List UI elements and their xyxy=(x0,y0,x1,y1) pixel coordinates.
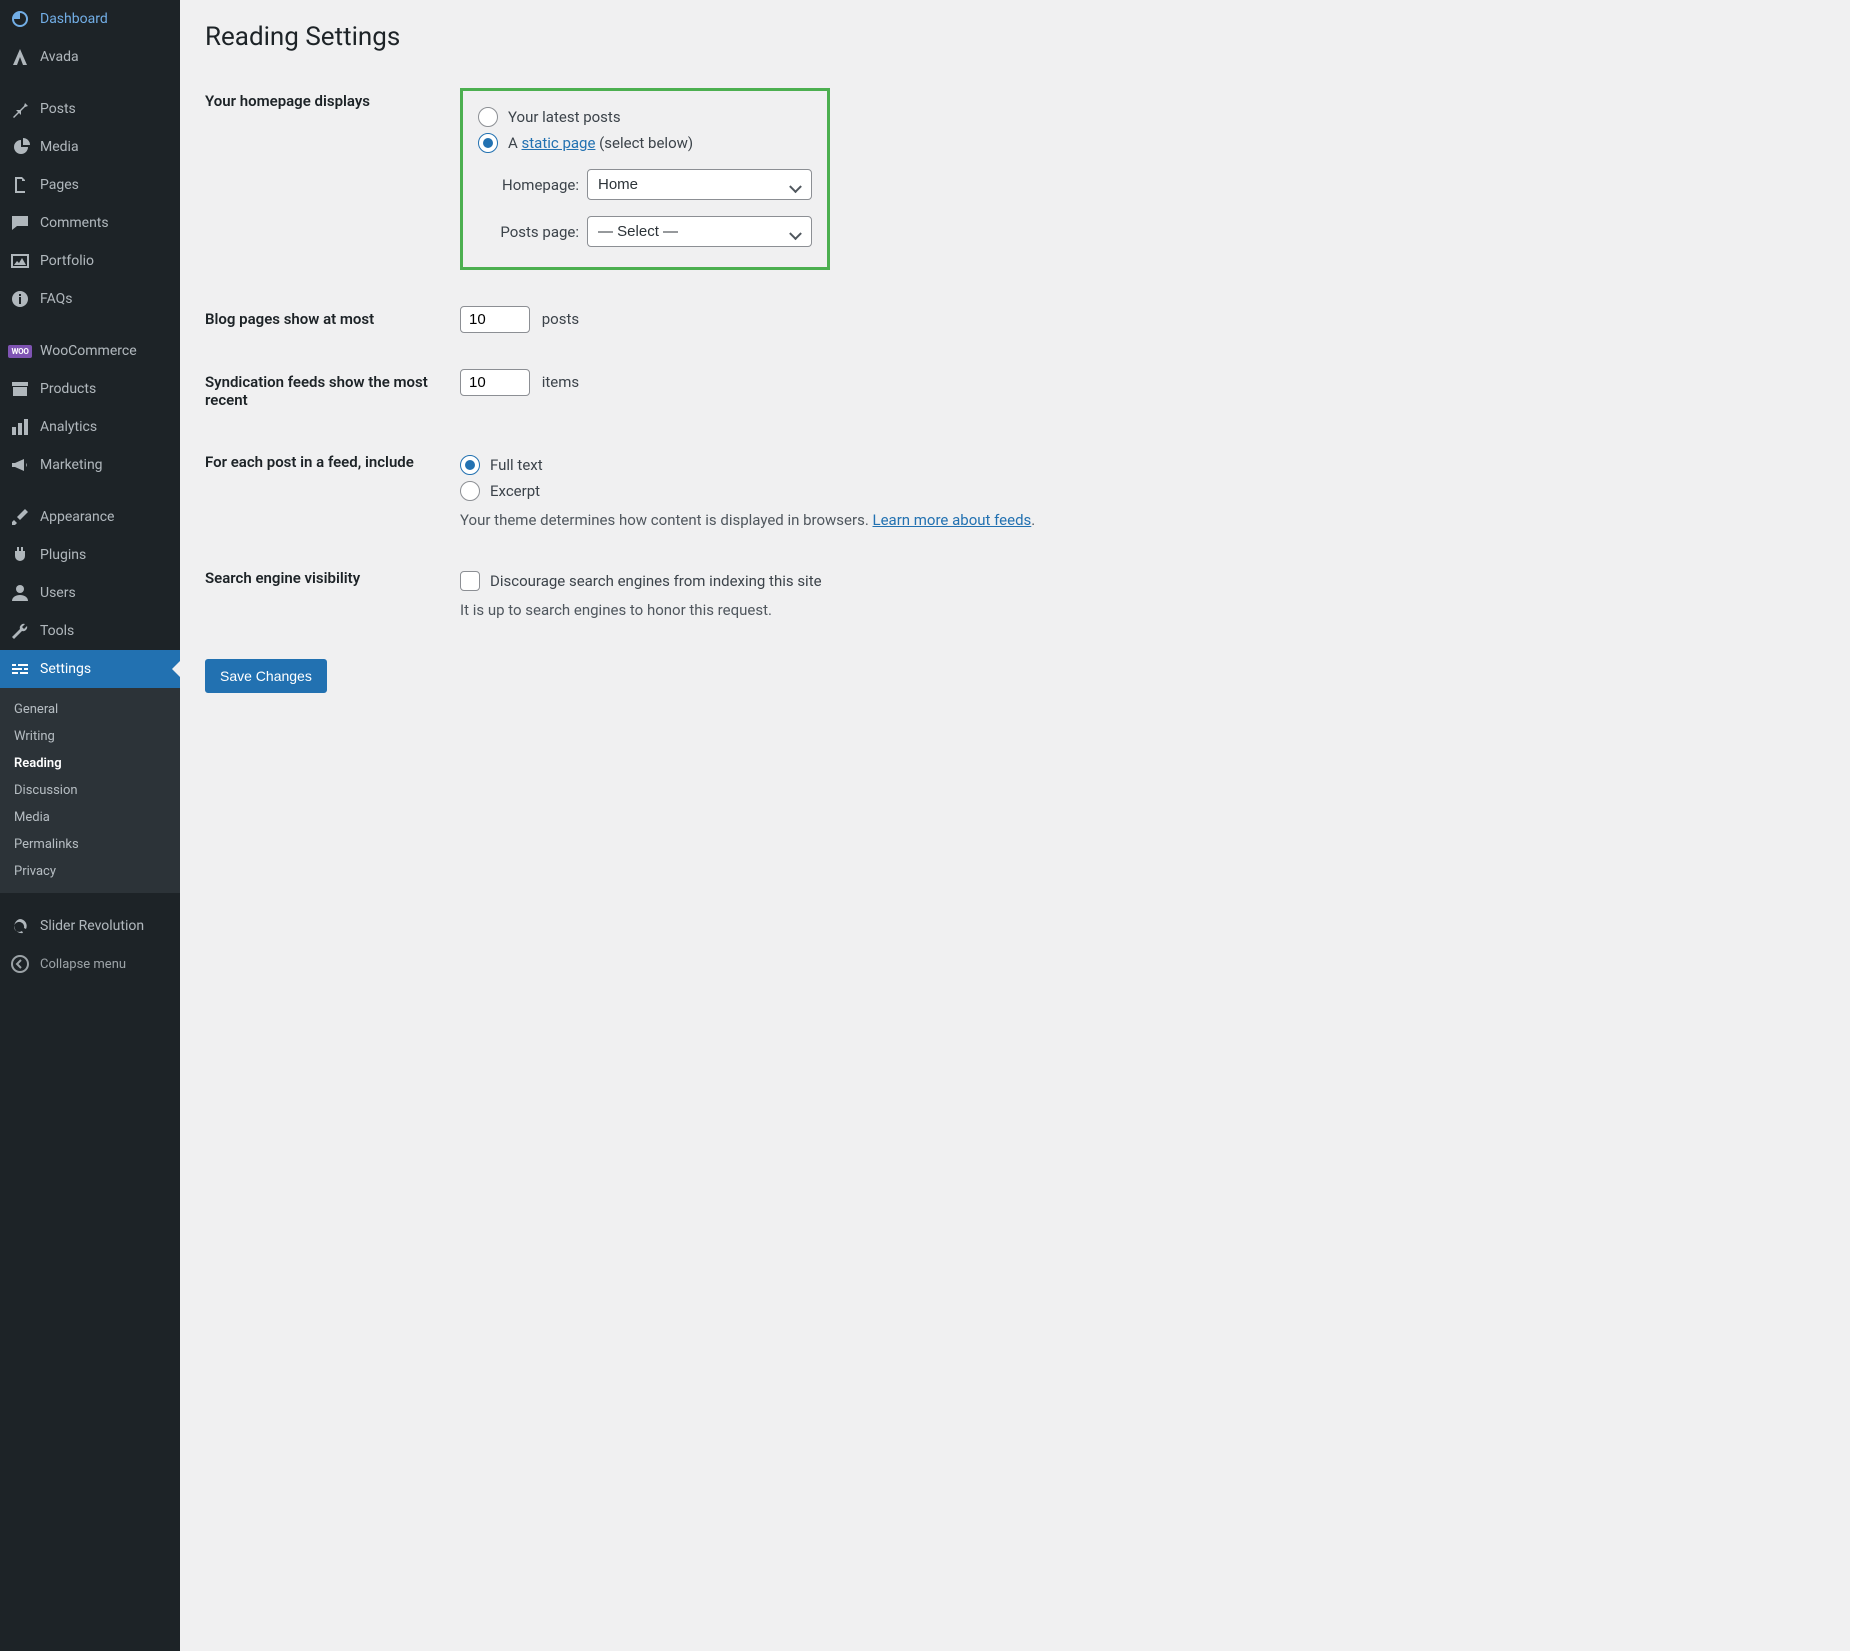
sidebar-item-portfolio[interactable]: Portfolio xyxy=(0,242,180,280)
sidebar-label: Slider Revolution xyxy=(40,918,144,934)
brush-icon xyxy=(10,507,30,527)
radio-latest-posts-label: Your latest posts xyxy=(508,108,621,126)
syndication-input[interactable] xyxy=(460,369,530,396)
dashboard-icon xyxy=(10,9,30,29)
sidebar-label: WooCommerce xyxy=(40,343,137,359)
sidebar-item-slider[interactable]: Slider Revolution xyxy=(0,907,180,945)
blog-pages-input[interactable] xyxy=(460,306,530,333)
sidebar-item-analytics[interactable]: Analytics xyxy=(0,408,180,446)
sidebar-label: Analytics xyxy=(40,419,97,435)
posts-page-select[interactable]: — Select — xyxy=(587,216,812,247)
sidebar-item-users[interactable]: Users xyxy=(0,574,180,612)
portfolio-icon xyxy=(10,251,30,271)
homepage-displays-label: Your homepage displays xyxy=(205,70,450,288)
sidebar-item-media[interactable]: Media xyxy=(0,128,180,166)
sidebar-item-avada[interactable]: Avada xyxy=(0,38,180,76)
sidebar-label: Settings xyxy=(40,661,91,677)
comments-icon xyxy=(10,213,30,233)
checkbox-discourage-label: Discourage search engines from indexing … xyxy=(490,572,822,590)
woo-icon: WOO xyxy=(10,341,30,361)
sidebar-label: Products xyxy=(40,381,96,397)
search-visibility-label: Search engine visibility xyxy=(205,547,450,637)
radio-static-page-label: A static page (select below) xyxy=(508,134,693,152)
feed-description: Your theme determines how content is dis… xyxy=(460,511,1815,529)
radio-excerpt[interactable] xyxy=(460,481,480,501)
sidebar-label: Marketing xyxy=(40,457,103,473)
sidebar-label: Tools xyxy=(40,623,74,639)
sidebar-label: Users xyxy=(40,585,76,601)
search-visibility-desc: It is up to search engines to honor this… xyxy=(460,601,1815,619)
sliders-icon xyxy=(10,659,30,679)
sidebar-item-faqs[interactable]: FAQs xyxy=(0,280,180,318)
sidebar-label: Pages xyxy=(40,177,79,193)
megaphone-icon xyxy=(10,455,30,475)
pages-icon xyxy=(10,175,30,195)
syndication-unit: items xyxy=(542,373,579,391)
sub-item-media[interactable]: Media xyxy=(0,804,180,831)
checkbox-discourage-search[interactable] xyxy=(460,571,480,591)
media-icon xyxy=(10,137,30,157)
sidebar-label: Plugins xyxy=(40,547,86,563)
sidebar-label: Dashboard xyxy=(40,11,108,27)
sidebar-label: Avada xyxy=(40,49,79,65)
save-changes-button[interactable]: Save Changes xyxy=(205,659,327,693)
user-icon xyxy=(10,583,30,603)
collapse-label: Collapse menu xyxy=(40,957,126,972)
settings-form: Your homepage displays Your latest posts… xyxy=(205,70,1825,637)
refresh-icon xyxy=(10,916,30,936)
sub-item-reading[interactable]: Reading xyxy=(0,750,180,777)
sub-item-discussion[interactable]: Discussion xyxy=(0,777,180,804)
sidebar-label: Comments xyxy=(40,215,109,231)
analytics-icon xyxy=(10,417,30,437)
homepage-highlight-box: Your latest posts A static page (select … xyxy=(460,88,830,270)
sidebar-item-woocommerce[interactable]: WOO WooCommerce xyxy=(0,332,180,370)
sidebar-item-pages[interactable]: Pages xyxy=(0,166,180,204)
syndication-label: Syndication feeds show the most recent xyxy=(205,351,450,431)
sidebar-label: FAQs xyxy=(40,291,73,307)
pin-icon xyxy=(10,99,30,119)
sidebar-label: Media xyxy=(40,139,79,155)
blog-pages-unit: posts xyxy=(542,310,579,328)
feed-content-label: For each post in a feed, include xyxy=(205,431,450,547)
sidebar-label: Appearance xyxy=(40,509,114,525)
info-icon xyxy=(10,289,30,309)
sidebar-item-marketing[interactable]: Marketing xyxy=(0,446,180,484)
sidebar-item-comments[interactable]: Comments xyxy=(0,204,180,242)
sidebar-item-dashboard[interactable]: Dashboard xyxy=(0,0,180,38)
settings-submenu: General Writing Reading Discussion Media… xyxy=(0,688,180,893)
radio-excerpt-label: Excerpt xyxy=(490,482,540,500)
sidebar-label: Portfolio xyxy=(40,253,94,269)
radio-static-page[interactable] xyxy=(478,133,498,153)
sidebar-item-tools[interactable]: Tools xyxy=(0,612,180,650)
sub-item-privacy[interactable]: Privacy xyxy=(0,858,180,885)
plug-icon xyxy=(10,545,30,565)
page-title: Reading Settings xyxy=(205,10,1825,70)
collapse-icon xyxy=(10,954,30,974)
avada-icon xyxy=(10,47,30,67)
sidebar-item-plugins[interactable]: Plugins xyxy=(0,536,180,574)
sidebar-item-appearance[interactable]: Appearance xyxy=(0,498,180,536)
sub-item-permalinks[interactable]: Permalinks xyxy=(0,831,180,858)
radio-latest-posts[interactable] xyxy=(478,107,498,127)
learn-more-feeds-link[interactable]: Learn more about feeds xyxy=(873,511,1032,529)
radio-full-text[interactable] xyxy=(460,455,480,475)
main-content: Reading Settings Your homepage displays … xyxy=(180,0,1850,1651)
sub-item-writing[interactable]: Writing xyxy=(0,723,180,750)
sidebar-item-posts[interactable]: Posts xyxy=(0,90,180,128)
homepage-select[interactable]: Home xyxy=(587,169,812,200)
homepage-select-label: Homepage: xyxy=(502,176,579,194)
static-page-link[interactable]: static page xyxy=(522,134,596,152)
wrench-icon xyxy=(10,621,30,641)
blog-pages-label: Blog pages show at most xyxy=(205,288,450,351)
sidebar-item-settings[interactable]: Settings xyxy=(0,650,180,688)
admin-sidebar: Dashboard Avada Posts Media Pages Commen… xyxy=(0,0,180,1651)
collapse-menu[interactable]: Collapse menu xyxy=(0,945,180,982)
sidebar-label: Posts xyxy=(40,101,76,117)
sidebar-item-products[interactable]: Products xyxy=(0,370,180,408)
products-icon xyxy=(10,379,30,399)
sub-item-general[interactable]: General xyxy=(0,696,180,723)
posts-page-select-label: Posts page: xyxy=(500,223,579,241)
radio-full-text-label: Full text xyxy=(490,456,543,474)
